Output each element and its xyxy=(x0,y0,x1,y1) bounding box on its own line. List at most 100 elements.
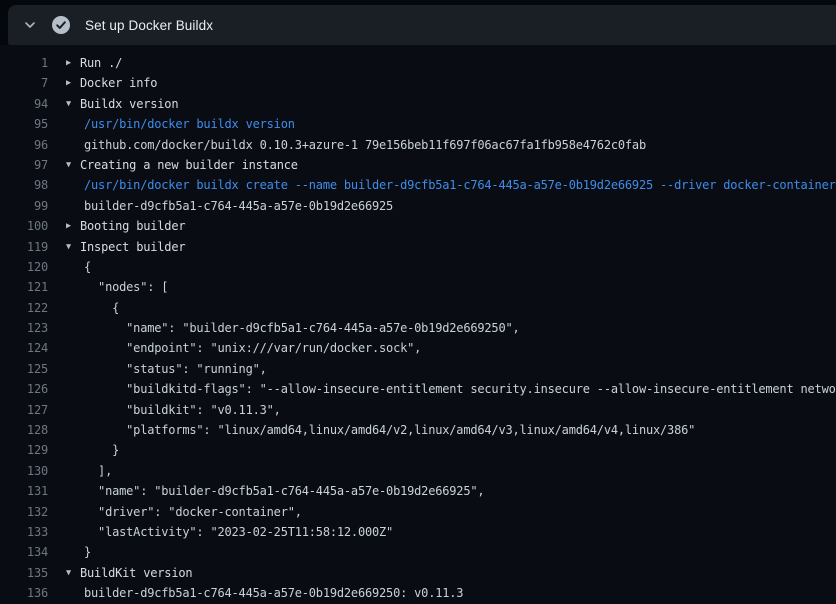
line-number[interactable]: 95 xyxy=(0,114,48,134)
line-number[interactable]: 96 xyxy=(0,135,48,155)
log-output-text: "lastActivity": "2023-02-25T11:58:12.000… xyxy=(80,522,393,542)
triangle-right-icon[interactable]: ▶ xyxy=(66,53,80,73)
line-number[interactable]: 123 xyxy=(0,318,48,338)
chevron-down-icon[interactable] xyxy=(22,17,38,33)
line-number[interactable]: 133 xyxy=(0,522,48,542)
log-group-title: Buildx version xyxy=(80,94,178,114)
line-number[interactable]: 126 xyxy=(0,379,48,399)
line-number[interactable]: 122 xyxy=(0,298,48,318)
line-number[interactable]: 119 xyxy=(0,237,48,257)
arrow-spacer xyxy=(66,522,80,542)
line-number[interactable]: 132 xyxy=(0,502,48,522)
line-number[interactable]: 120 xyxy=(0,257,48,277)
arrow-spacer xyxy=(66,420,80,440)
arrow-spacer xyxy=(66,298,80,318)
log-group-title: Booting builder xyxy=(80,216,185,236)
line-number[interactable]: 128 xyxy=(0,420,48,440)
arrow-spacer xyxy=(66,400,80,420)
log-group-row[interactable]: 100 ▶Booting builder xyxy=(0,216,836,236)
log-output-text: { xyxy=(80,298,119,318)
line-number[interactable]: 131 xyxy=(0,481,48,501)
log-output-text: builder-d9cfb5a1-c764-445a-a57e-0b19d2e6… xyxy=(80,196,393,216)
log-group-title: Docker info xyxy=(80,73,157,93)
log-line-row: 95/usr/bin/docker buildx version xyxy=(0,114,836,134)
arrow-spacer xyxy=(66,114,80,134)
log-output-text: "buildkit": "v0.11.3", xyxy=(80,400,281,420)
arrow-spacer xyxy=(66,379,80,399)
arrow-spacer xyxy=(66,338,80,358)
log-group-row[interactable]: 94 ▼Buildx version xyxy=(0,94,836,114)
line-number[interactable]: 136 xyxy=(0,583,48,603)
log-line-row: 121 "nodes": [ xyxy=(0,277,836,297)
line-number[interactable]: 1 xyxy=(0,53,48,73)
arrow-spacer xyxy=(66,318,80,338)
line-number[interactable]: 94 xyxy=(0,94,48,114)
log-output-text: "name": "builder-d9cfb5a1-c764-445a-a57e… xyxy=(80,481,484,501)
arrow-spacer xyxy=(66,135,80,155)
log-line-row: 130 ], xyxy=(0,461,836,481)
log-output-text: github.com/docker/buildx 0.10.3+azure-1 … xyxy=(80,135,646,155)
log-lines: 1▶Run ./7▶Docker info94▼Buildx version95… xyxy=(0,53,836,604)
line-number[interactable]: 124 xyxy=(0,338,48,358)
log-command-text: /usr/bin/docker buildx version xyxy=(80,114,295,134)
arrow-spacer xyxy=(66,542,80,562)
line-number[interactable]: 125 xyxy=(0,359,48,379)
triangle-right-icon[interactable]: ▶ xyxy=(66,73,80,93)
triangle-down-icon[interactable]: ▼ xyxy=(66,563,80,583)
log-line-row: 98/usr/bin/docker buildx create --name b… xyxy=(0,175,836,195)
line-number[interactable]: 129 xyxy=(0,440,48,460)
log-line-row: 120 { xyxy=(0,257,836,277)
line-number[interactable]: 7 xyxy=(0,73,48,93)
line-number[interactable]: 134 xyxy=(0,542,48,562)
arrow-spacer xyxy=(66,359,80,379)
log-output-text: "status": "running", xyxy=(80,359,267,379)
line-number[interactable]: 135 xyxy=(0,563,48,583)
log-line-row: 96 github.com/docker/buildx 0.10.3+azure-… xyxy=(0,135,836,155)
line-number[interactable]: 121 xyxy=(0,277,48,297)
triangle-down-icon[interactable]: ▼ xyxy=(66,94,80,114)
log-output-text: "nodes": [ xyxy=(80,277,168,297)
log-group-title: Creating a new builder instance xyxy=(80,155,298,175)
log-line-row: 126 "buildkitd-flags": "--allow-insecure… xyxy=(0,379,836,399)
log-line-row: 136 builder-d9cfb5a1-c764-445a-a57e-0b19d… xyxy=(0,583,836,603)
log-line-row: 131 "name": "builder-d9cfb5a1-c764-445a-… xyxy=(0,481,836,501)
triangle-down-icon[interactable]: ▼ xyxy=(66,237,80,257)
line-number[interactable]: 130 xyxy=(0,461,48,481)
log-line-row: 129 } xyxy=(0,440,836,460)
log-group-row[interactable]: 1▶Run ./ xyxy=(0,53,836,73)
log-group-title: Inspect builder xyxy=(80,237,185,257)
log-group-row[interactable]: 97 ▼Creating a new builder instance xyxy=(0,155,836,175)
arrow-spacer xyxy=(66,277,80,297)
arrow-spacer xyxy=(66,440,80,460)
log-output-text: } xyxy=(80,542,91,562)
step-title: Set up Docker Buildx xyxy=(85,18,213,33)
arrow-spacer xyxy=(66,257,80,277)
line-number[interactable]: 100 xyxy=(0,216,48,236)
line-number[interactable]: 99 xyxy=(0,196,48,216)
triangle-right-icon[interactable]: ▶ xyxy=(66,216,80,236)
log-group-row[interactable]: 7 ▶Docker info xyxy=(0,73,836,93)
log-output-text: "platforms": "linux/amd64,linux/amd64/v2… xyxy=(80,420,695,440)
log-viewer: 1▶Run ./7▶Docker info94▼Buildx version95… xyxy=(0,45,836,604)
log-output-text: } xyxy=(80,440,119,460)
log-line-row: 132 "driver": "docker-container", xyxy=(0,502,836,522)
line-number[interactable]: 97 xyxy=(0,155,48,175)
log-output-text: "driver": "docker-container", xyxy=(80,502,302,522)
triangle-down-icon[interactable]: ▼ xyxy=(66,155,80,175)
log-line-row: 128 "platforms": "linux/amd64,linux/amd6… xyxy=(0,420,836,440)
log-command-text: /usr/bin/docker buildx create --name bui… xyxy=(80,175,836,195)
arrow-spacer xyxy=(66,583,80,603)
log-output-text: "endpoint": "unix:///var/run/docker.sock… xyxy=(80,338,421,358)
arrow-spacer xyxy=(66,175,80,195)
log-output-text: ], xyxy=(80,461,112,481)
log-output-text: "buildkitd-flags": "--allow-insecure-ent… xyxy=(80,379,836,399)
line-number[interactable]: 127 xyxy=(0,400,48,420)
log-output-text: builder-d9cfb5a1-c764-445a-a57e-0b19d2e6… xyxy=(80,583,463,603)
log-output-text: { xyxy=(80,257,91,277)
step-header[interactable]: Set up Docker Buildx xyxy=(8,5,836,45)
log-group-title: BuildKit version xyxy=(80,563,192,583)
arrow-spacer xyxy=(66,461,80,481)
log-group-row[interactable]: 119 ▼Inspect builder xyxy=(0,237,836,257)
log-group-row[interactable]: 135 ▼BuildKit version xyxy=(0,563,836,583)
line-number[interactable]: 98 xyxy=(0,175,48,195)
